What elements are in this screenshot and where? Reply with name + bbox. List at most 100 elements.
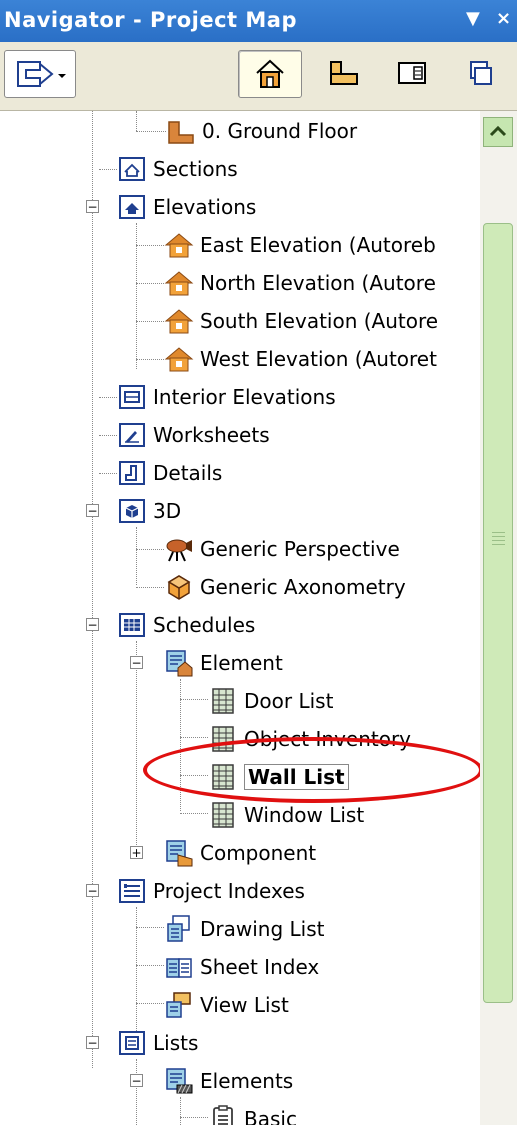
- tree-item-label: Basic: [244, 1107, 297, 1125]
- tree-item-label: East Elevation (Autoreb: [200, 233, 436, 257]
- project-map-tree: − − − − + − − − 0. Ground Floor Sections…: [0, 111, 478, 1125]
- camera-icon: [166, 539, 192, 562]
- tree-item-element[interactable]: Element: [164, 645, 283, 681]
- tree-item-label: Details: [153, 461, 223, 485]
- tree-item-label: Object Inventory: [244, 727, 412, 751]
- tree-item-door-list[interactable]: Door List: [208, 683, 333, 719]
- vertical-scrollbar[interactable]: [480, 111, 517, 1125]
- worksheet-icon: [119, 423, 145, 447]
- panel-menu-button[interactable]: ▼: [466, 8, 480, 29]
- tree-item-label: Elements: [200, 1069, 294, 1093]
- tree-item-label: Sections: [153, 157, 238, 181]
- tree-item-north-elevation[interactable]: North Elevation (Autore: [164, 265, 436, 301]
- lists-folder-icon: [119, 1031, 145, 1055]
- element-schedule-icon: [166, 650, 193, 677]
- tree-item-label: Worksheets: [153, 423, 270, 447]
- close-button[interactable]: ×: [496, 8, 511, 29]
- 3d-folder-icon: [119, 499, 145, 523]
- publisher-sets-button[interactable]: [454, 50, 506, 96]
- list-grid-icon: [212, 802, 234, 828]
- tree-item-worksheets[interactable]: Worksheets: [117, 417, 270, 453]
- tree-item-label: Elevations: [153, 195, 257, 219]
- tree-item-label: South Elevation (Autore: [200, 309, 439, 333]
- tree-item-label: North Elevation (Autore: [200, 271, 436, 295]
- project-map-icon: [256, 59, 284, 88]
- layout-book-button[interactable]: [386, 50, 438, 96]
- tree-item-basic[interactable]: Basic: [208, 1101, 297, 1125]
- 3d-collapse-toggle[interactable]: −: [86, 504, 99, 517]
- tree-item-wall-list[interactable]: Wall List: [208, 759, 349, 795]
- drawing-list-icon: [167, 915, 190, 942]
- axonometry-icon: [167, 575, 191, 600]
- view-map-button[interactable]: [318, 50, 370, 96]
- tree-item-sections[interactable]: Sections: [117, 151, 238, 187]
- navigator-title-bar: Navigator - Project Map ▼ ×: [0, 0, 517, 42]
- tree-item-label: Project Indexes: [153, 879, 305, 903]
- tree-item-elements[interactable]: Elements: [164, 1063, 293, 1099]
- tree-item-ground-floor[interactable]: 0. Ground Floor: [166, 113, 357, 149]
- publish-menu-icon: [17, 61, 66, 87]
- interior-elevation-icon: [119, 385, 145, 409]
- detail-icon: [119, 461, 145, 485]
- tree-item-generic-axonometry[interactable]: Generic Axonometry: [164, 569, 406, 605]
- element-collapse-toggle[interactable]: −: [130, 656, 143, 669]
- tree-item-sheet-index[interactable]: Sheet Index: [164, 949, 319, 985]
- sheet-index-icon: [166, 958, 192, 978]
- tree-item-details[interactable]: Details: [117, 455, 222, 491]
- tree-item-lists[interactable]: Lists: [117, 1025, 198, 1061]
- tree-item-project-indexes[interactable]: Project Indexes: [117, 873, 305, 909]
- layout-book-icon: [398, 62, 426, 84]
- tree-item-3d[interactable]: 3D: [117, 493, 181, 529]
- tree-item-object-inventory[interactable]: Object Inventory: [208, 721, 411, 757]
- tree-item-schedules[interactable]: Schedules: [117, 607, 255, 643]
- component-expand-toggle[interactable]: +: [130, 846, 143, 859]
- tree-item-label: Window List: [244, 803, 365, 827]
- tree-item-label: Schedules: [153, 613, 256, 637]
- tree-item-elevations[interactable]: Elevations: [117, 189, 256, 225]
- elevation-house-icon: [164, 271, 194, 296]
- tree-item-west-elevation[interactable]: West Elevation (Autoret: [164, 341, 437, 377]
- tree-item-east-elevation[interactable]: East Elevation (Autoreb: [164, 227, 436, 263]
- tree-item-window-list[interactable]: Window List: [208, 797, 364, 833]
- tree-item-label-selected: Wall List: [244, 764, 349, 790]
- tree-item-south-elevation[interactable]: South Elevation (Autore: [164, 303, 438, 339]
- tree-item-label: Element: [200, 651, 283, 675]
- project-indexes-collapse-toggle[interactable]: −: [86, 884, 99, 897]
- scroll-thumb[interactable]: [483, 223, 513, 1003]
- list-grid-icon: [212, 726, 234, 752]
- tree-item-label: West Elevation (Autoret: [200, 347, 437, 371]
- elevation-house-icon: [164, 347, 194, 372]
- project-map-button[interactable]: [238, 50, 302, 98]
- publisher-sets-icon: [470, 61, 492, 85]
- view-map-icon: [330, 61, 358, 85]
- scroll-up-button[interactable]: [483, 117, 513, 147]
- elements-collapse-toggle[interactable]: −: [130, 1074, 143, 1087]
- tree-item-label: Drawing List: [200, 917, 325, 941]
- navigator-toolbar: [0, 42, 517, 111]
- elevation-folder-icon: [119, 195, 145, 219]
- tree-item-label: Generic Axonometry: [200, 575, 406, 599]
- component-schedule-icon: [166, 840, 193, 867]
- schedules-collapse-toggle[interactable]: −: [86, 618, 99, 631]
- schedule-folder-icon: [119, 613, 145, 637]
- tree-item-label: Interior Elevations: [153, 385, 336, 409]
- tree-item-component[interactable]: Component: [164, 835, 316, 871]
- basic-list-icon: [213, 1105, 233, 1125]
- tree-item-view-list[interactable]: View List: [164, 987, 289, 1023]
- tree-item-label: Generic Perspective: [200, 537, 400, 561]
- tree-item-drawing-list[interactable]: Drawing List: [164, 911, 324, 947]
- lists-collapse-toggle[interactable]: −: [86, 1036, 99, 1049]
- window-title: Navigator - Project Map: [4, 8, 298, 32]
- publish-menu-button[interactable]: [4, 50, 76, 98]
- list-grid-icon: [212, 764, 234, 790]
- elevations-collapse-toggle[interactable]: −: [86, 200, 99, 213]
- tree-item-generic-perspective[interactable]: Generic Perspective: [164, 531, 400, 567]
- elevation-house-icon: [164, 309, 194, 334]
- tree-item-interior-elevations[interactable]: Interior Elevations: [117, 379, 336, 415]
- elevation-house-icon: [164, 233, 194, 258]
- tree-item-label: Component: [200, 841, 317, 865]
- project-index-folder-icon: [119, 879, 145, 903]
- list-grid-icon: [212, 688, 234, 714]
- tree-item-label: Sheet Index: [200, 955, 320, 979]
- tree-item-label: 3D: [153, 499, 182, 523]
